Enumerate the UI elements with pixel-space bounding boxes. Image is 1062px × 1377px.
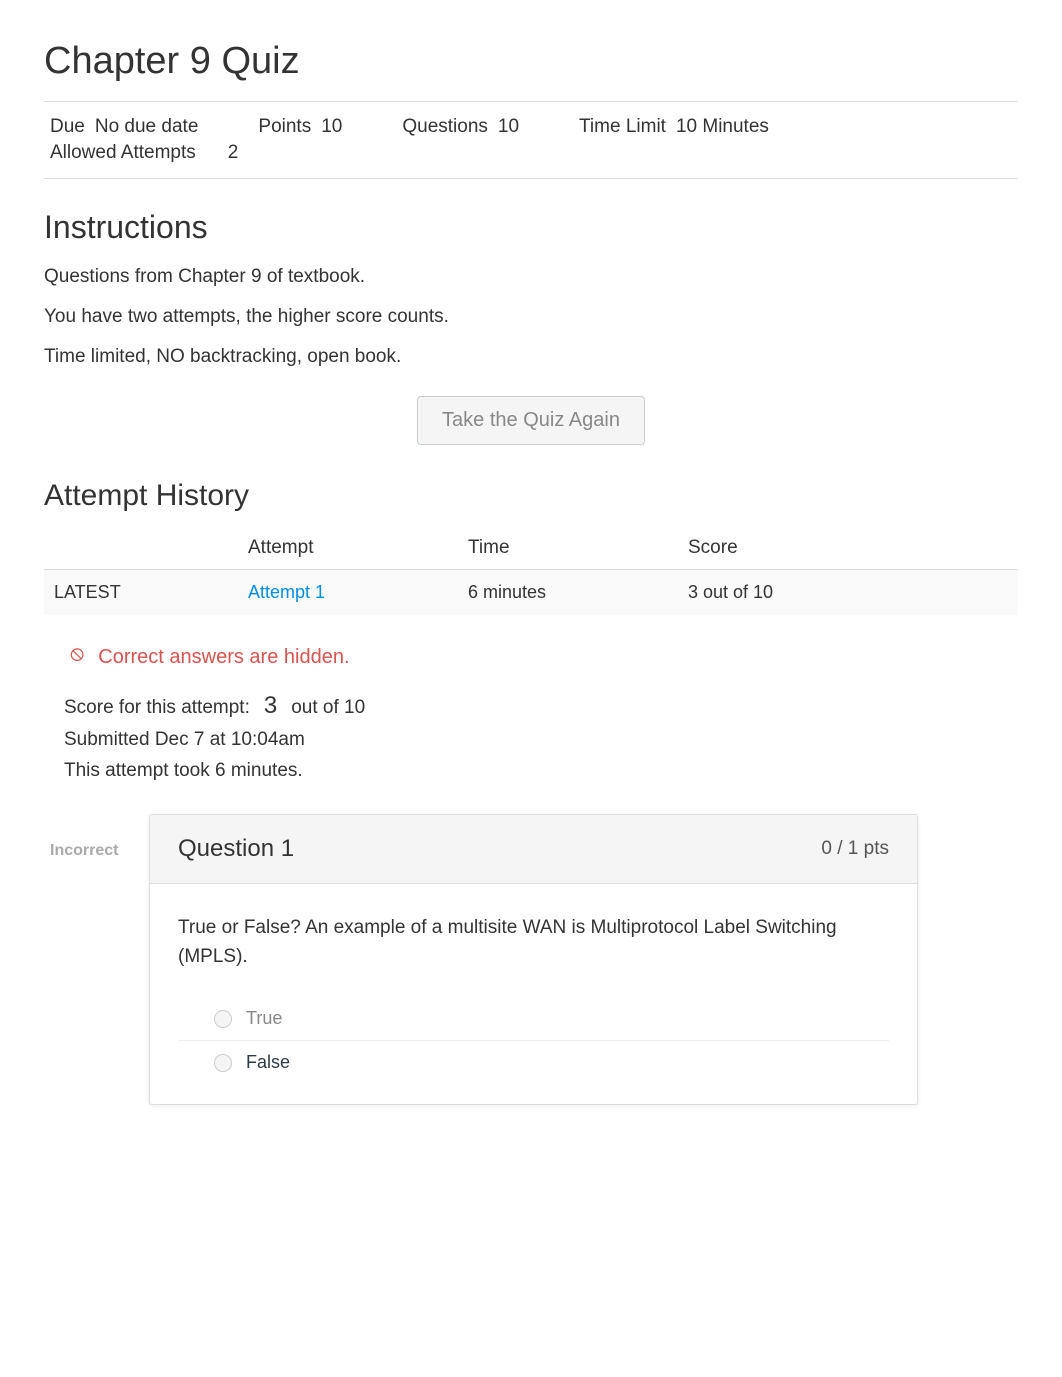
question-points: 0 / 1 pts (821, 838, 889, 860)
attempt-duration: This attempt took 6 minutes. (64, 756, 1018, 786)
muted-icon: 🛇 (70, 645, 84, 669)
answer-option: False (178, 1041, 889, 1084)
meta-time-limit: Time Limit 10 Minutes (579, 116, 769, 138)
answer-label: False (246, 1052, 290, 1073)
score-suffix: out of 10 (291, 693, 365, 723)
radio-icon (214, 1054, 232, 1072)
history-status: LATEST (44, 570, 244, 616)
history-col-score: Score (684, 527, 1018, 570)
meta-points: Points 10 (258, 116, 342, 138)
hidden-answers-notice: 🛇 Correct answers are hidden. (70, 645, 1018, 669)
history-score: 3 out of 10 (684, 570, 1018, 616)
table-row: LATEST Attempt 1 6 minutes 3 out of 10 (44, 570, 1018, 616)
incorrect-badge: Incorrect (44, 814, 149, 860)
history-col-attempt: Attempt (244, 527, 464, 570)
question-card: Question 1 0 / 1 pts True or False? An e… (149, 814, 918, 1105)
meta-attempts: Allowed Attempts 2 (50, 142, 238, 164)
meta-questions-value: 10 (498, 116, 519, 138)
quiz-meta-bar: Due No due date Points 10 Questions 10 T… (44, 101, 1018, 179)
instruction-line: Questions from Chapter 9 of textbook. (44, 266, 1018, 288)
instruction-line: Time limited, NO backtracking, open book… (44, 346, 1018, 368)
question-title: Question 1 (178, 835, 294, 863)
instruction-line: You have two attempts, the higher score … (44, 306, 1018, 328)
page-title: Chapter 9 Quiz (44, 40, 1018, 83)
attempt-history-heading: Attempt History (44, 479, 1018, 513)
hidden-answers-text: Correct answers are hidden. (98, 646, 349, 669)
question-text: True or False? An example of a multisite… (178, 914, 889, 971)
meta-due-value: No due date (95, 116, 199, 138)
attempt-link[interactable]: Attempt 1 (248, 582, 325, 602)
attempt-history-table: Attempt Time Score LATEST Attempt 1 6 mi… (44, 527, 1018, 615)
meta-attempts-value: 2 (228, 142, 239, 164)
meta-time-limit-label: Time Limit (579, 116, 666, 138)
history-time: 6 minutes (464, 570, 684, 616)
score-label: Score for this attempt: (64, 693, 250, 723)
radio-icon (214, 1010, 232, 1028)
score-value: 3 (264, 687, 277, 725)
history-col-status (44, 527, 244, 570)
meta-attempts-label: Allowed Attempts (50, 142, 196, 164)
meta-due: Due No due date (50, 116, 198, 138)
question-header: Question 1 0 / 1 pts (150, 815, 917, 884)
meta-points-label: Points (258, 116, 311, 138)
answer-option: True (178, 997, 889, 1041)
instructions-heading: Instructions (44, 209, 1018, 246)
score-summary: Score for this attempt: 3 out of 10 Subm… (64, 687, 1018, 786)
submitted-time: Submitted Dec 7 at 10:04am (64, 725, 1018, 755)
meta-points-value: 10 (321, 116, 342, 138)
take-quiz-again-button[interactable]: Take the Quiz Again (417, 396, 645, 445)
meta-questions: Questions 10 (402, 116, 519, 138)
history-col-time: Time (464, 527, 684, 570)
meta-due-label: Due (50, 116, 85, 138)
meta-time-limit-value: 10 Minutes (676, 116, 769, 138)
answer-label: True (246, 1008, 282, 1029)
meta-questions-label: Questions (402, 116, 488, 138)
